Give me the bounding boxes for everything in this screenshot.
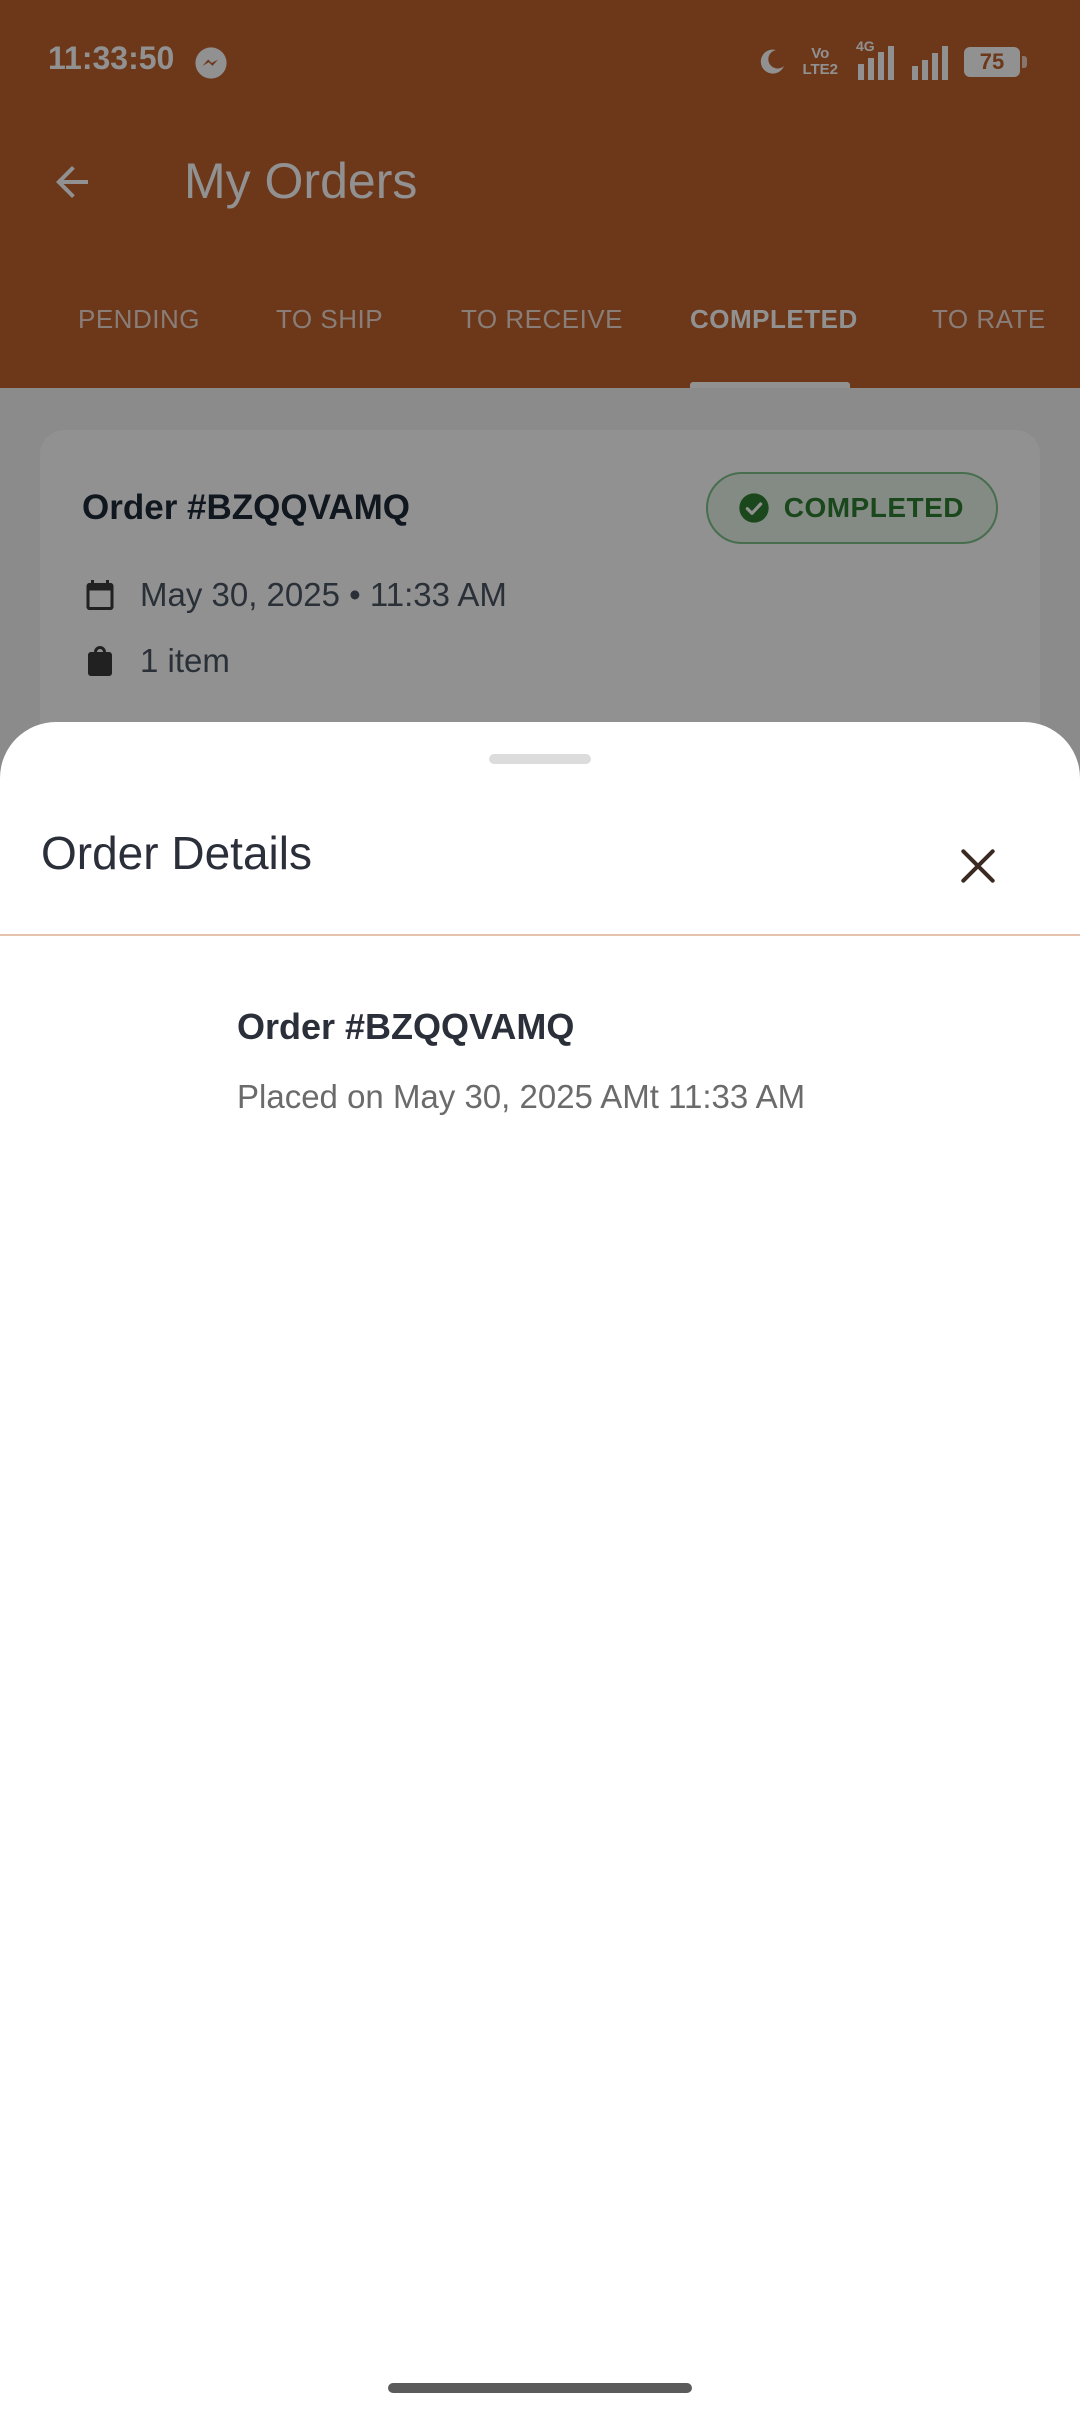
sheet-divider <box>0 934 1080 936</box>
drag-handle[interactable] <box>489 754 591 764</box>
close-icon <box>961 849 995 883</box>
detail-order-number: Order #BZQQVAMQ <box>237 1006 575 1047</box>
close-button[interactable] <box>944 832 1012 900</box>
order-details-sheet: Order Details Order #BZQQVAMQ Placed on … <box>0 722 1080 2412</box>
home-indicator[interactable] <box>388 2383 692 2393</box>
detail-placed-date: Placed on May 30, 2025 AMt 11:33 AM <box>237 1078 806 1115</box>
sheet-title: Order Details <box>41 827 312 879</box>
